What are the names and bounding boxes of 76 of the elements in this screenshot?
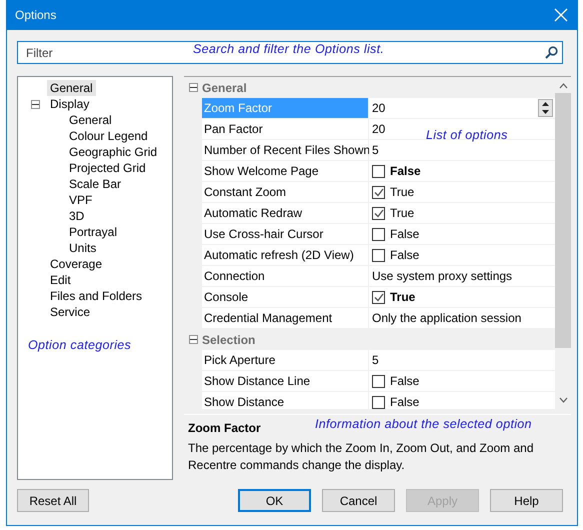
- checkbox-label: True: [390, 290, 416, 304]
- property-name[interactable]: Automatic Redraw: [202, 203, 369, 224]
- tree-item[interactable]: VPF: [66, 192, 96, 208]
- tree-item[interactable]: Projected Grid: [66, 160, 149, 176]
- tree-item[interactable]: Colour Legend: [66, 128, 151, 144]
- tree-item[interactable]: Files and Folders: [47, 288, 146, 304]
- tree-item[interactable]: General: [47, 80, 96, 96]
- tree-item[interactable]: Coverage: [47, 256, 106, 272]
- property-name[interactable]: Console: [202, 287, 369, 308]
- checkbox-label: False: [390, 227, 420, 241]
- annotation: Information about the selected option: [315, 417, 532, 432]
- annotation: Option categories: [28, 338, 132, 352]
- annotation: Search and filter the Options list.: [193, 42, 384, 56]
- property-value[interactable]: 5: [369, 350, 555, 371]
- property-value[interactable]: False: [369, 392, 555, 410]
- annotation: List of options: [426, 128, 508, 142]
- checkbox[interactable]: [372, 290, 385, 304]
- tree-item[interactable]: Geographic Grid: [66, 144, 160, 160]
- checkbox[interactable]: [372, 248, 385, 262]
- property-name[interactable]: Show Distance Line: [202, 371, 369, 392]
- checkbox[interactable]: [372, 228, 385, 240]
- property-value[interactable]: True: [369, 287, 555, 308]
- tree-item[interactable]: Edit: [47, 272, 74, 288]
- checkbox[interactable]: [372, 186, 385, 198]
- checkbox-label: False: [390, 164, 421, 178]
- search-field[interactable]: Filter Search and filter the Options list.: [17, 41, 563, 64]
- property-value[interactable]: False: [369, 161, 555, 182]
- property-value[interactable]: True: [369, 203, 555, 224]
- property-name[interactable]: Constant Zoom: [202, 182, 369, 203]
- checkbox[interactable]: [372, 164, 385, 178]
- property-value[interactable]: Only the application session: [369, 308, 555, 329]
- close-button[interactable]: [553, 7, 569, 23]
- dialog-button[interactable]: Help: [490, 489, 563, 512]
- checkbox[interactable]: [372, 374, 385, 388]
- property-value[interactable]: False: [369, 371, 555, 392]
- property-name[interactable]: Automatic refresh (2D View): [202, 245, 369, 266]
- property-value[interactable]: 20: [372, 101, 386, 115]
- tree-item[interactable]: Scale Bar: [66, 176, 124, 192]
- property-value[interactable]: False: [369, 224, 555, 245]
- property-name[interactable]: Show Distance: [202, 392, 369, 410]
- info-description: The percentage by which the Zoom In, Zoom Out, and Zoom and Recentre commands change the display.: [188, 440, 535, 474]
- window-title: Options: [15, 8, 56, 22]
- tree-item[interactable]: 3D: [66, 208, 88, 224]
- tree-item[interactable]: Service: [47, 304, 94, 320]
- dialog-button[interactable]: OK: [238, 489, 311, 512]
- checkbox-label: True: [390, 206, 414, 220]
- property-value[interactable]: 5: [369, 140, 555, 161]
- property-name[interactable]: Use Cross-hair Cursor: [202, 224, 369, 245]
- property-name[interactable]: Pick Aperture: [202, 350, 369, 371]
- search-icon[interactable]: [545, 46, 558, 59]
- scroll-down-icon[interactable]: [558, 395, 568, 406]
- group-header: General: [202, 80, 247, 94]
- checkbox-label: False: [390, 374, 420, 388]
- checkbox-label: True: [390, 185, 414, 199]
- info-title: Zoom Factor: [188, 421, 261, 436]
- checkbox-label: False: [390, 395, 420, 409]
- property-value[interactable]: Use system proxy settings: [369, 266, 555, 287]
- checkbox[interactable]: [372, 396, 385, 408]
- tree-item[interactable]: Units: [66, 240, 100, 256]
- checkbox-label: False: [390, 248, 420, 262]
- tree-item[interactable]: Portrayal: [66, 224, 120, 240]
- scroll-up-icon[interactable]: [558, 81, 568, 91]
- property-name[interactable]: Connection: [202, 266, 369, 287]
- group-header: Selection: [202, 332, 256, 346]
- property-name[interactable]: Number of Recent Files Shown: [202, 140, 369, 161]
- property-value[interactable]: False: [369, 245, 555, 266]
- spinner[interactable]: [538, 99, 553, 117]
- checkbox[interactable]: [372, 206, 385, 220]
- property-value[interactable]: True: [369, 182, 555, 203]
- tree-item[interactable]: Display: [47, 96, 92, 112]
- property-name[interactable]: Pan Factor: [202, 119, 369, 140]
- property-name[interactable]: Credential Management: [202, 308, 369, 329]
- reset-all-button[interactable]: Reset All: [17, 489, 89, 512]
- dialog-button[interactable]: Cancel: [322, 489, 395, 512]
- property-name[interactable]: Show Welcome Page: [202, 161, 369, 182]
- tree-item[interactable]: General: [66, 112, 115, 128]
